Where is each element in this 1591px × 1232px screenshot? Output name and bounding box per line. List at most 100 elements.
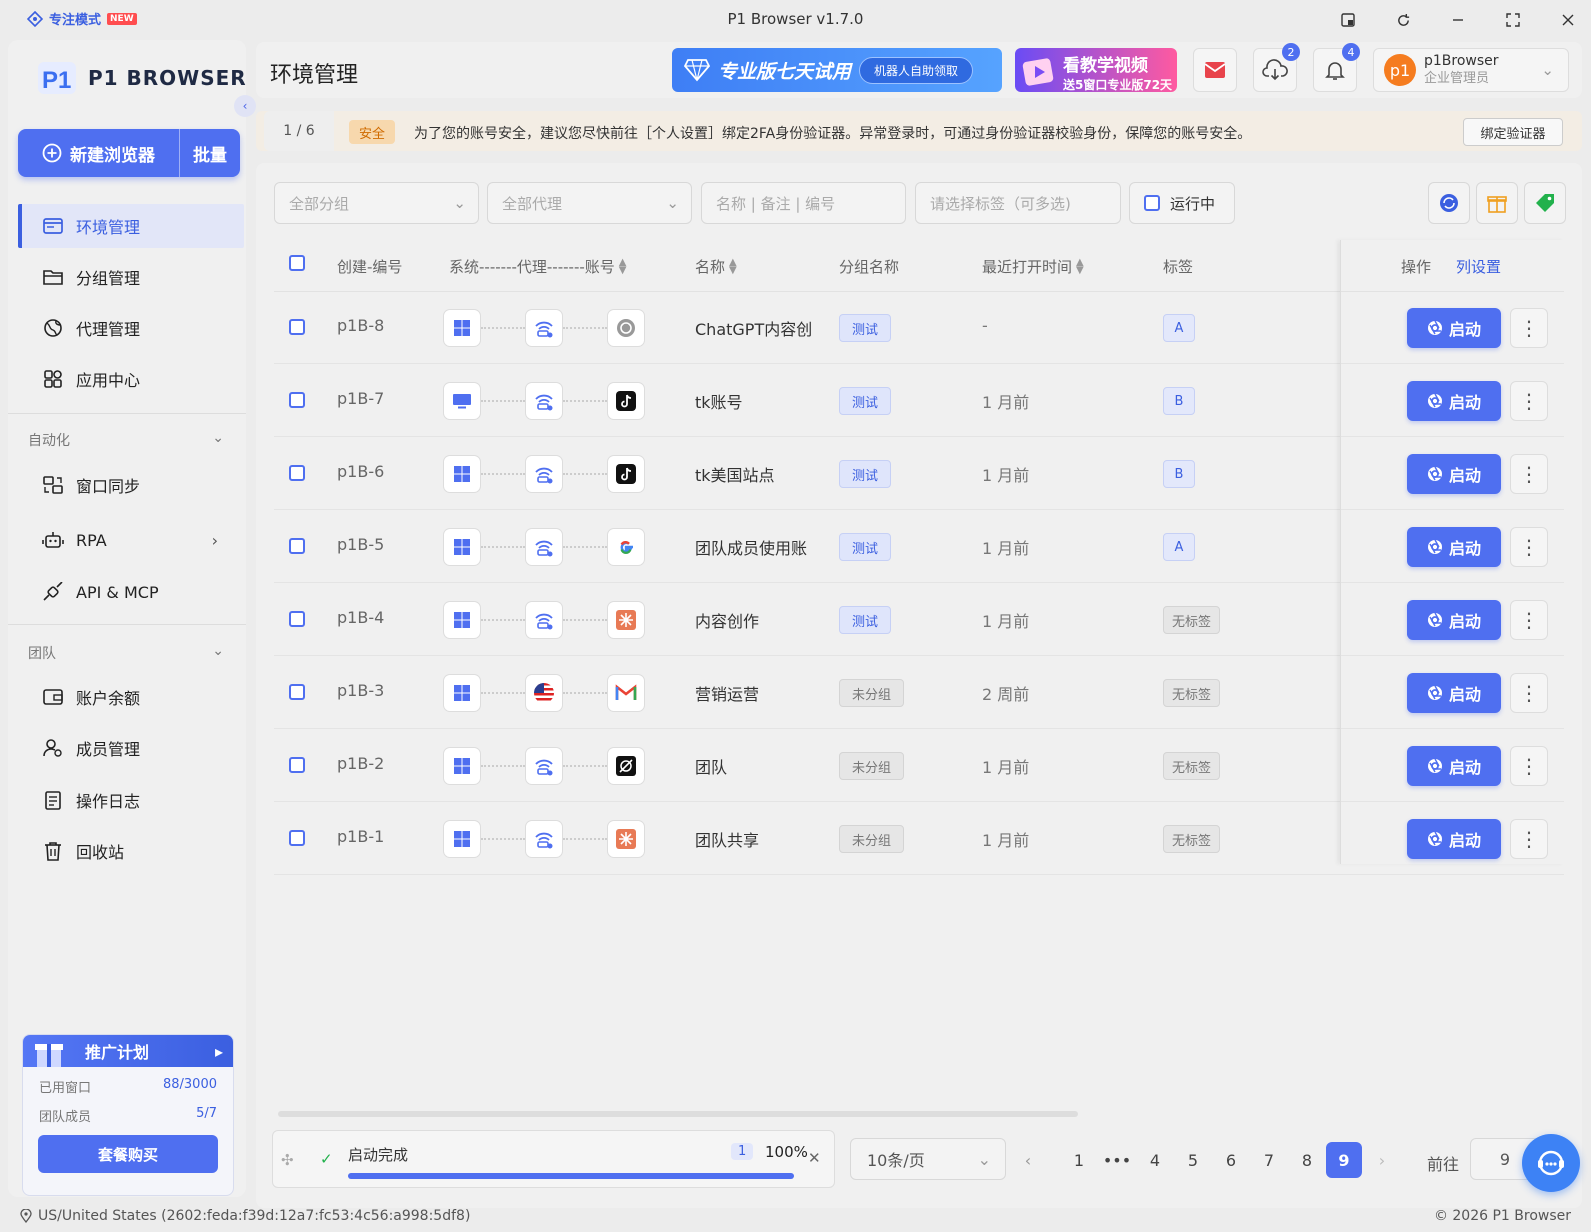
user-menu[interactable]: p1 p1Browser 企业管理员 ⌄	[1373, 48, 1569, 92]
page-ellipsis[interactable]: •••	[1099, 1142, 1135, 1178]
row-checkbox[interactable]	[289, 465, 305, 481]
tiktok-icon[interactable]	[607, 455, 645, 493]
page-button[interactable]: 4	[1137, 1142, 1173, 1178]
page-button[interactable]: 7	[1251, 1142, 1287, 1178]
row-checkbox[interactable]	[289, 684, 305, 700]
gmail-icon[interactable]	[607, 674, 645, 712]
row-checkbox[interactable]	[289, 538, 305, 554]
row-name[interactable]: tk美国站点	[695, 462, 811, 486]
wifi-proxy-icon[interactable]	[525, 455, 563, 493]
page-button[interactable]: 1	[1061, 1142, 1097, 1178]
claude-icon[interactable]	[607, 601, 645, 639]
prev-page-button[interactable]: ‹	[1010, 1142, 1046, 1178]
page-button[interactable]: 8	[1289, 1142, 1325, 1178]
download-button[interactable]: 2	[1253, 43, 1300, 92]
sidebar-item-window-sync[interactable]: 窗口同步	[18, 463, 244, 507]
tags-filter-select[interactable]: 请选择标签（可多选)	[915, 182, 1121, 224]
column-last-open[interactable]: 最近打开时间 ▲ ▼	[982, 256, 1084, 277]
wifi-proxy-icon[interactable]	[525, 747, 563, 785]
wifi-proxy-icon[interactable]	[525, 820, 563, 858]
wifi-proxy-icon[interactable]	[525, 309, 563, 347]
sidebar-item-proxy-management[interactable]: 代理管理	[18, 306, 244, 350]
running-checkbox[interactable]	[1144, 195, 1160, 211]
pro-trial-banner[interactable]: 专业版七天试用 机器人自助领取	[672, 48, 1002, 92]
select-all-checkbox[interactable]	[289, 255, 305, 271]
sync-browser-button[interactable]	[1428, 182, 1470, 224]
row-checkbox[interactable]	[289, 611, 305, 627]
tutorial-video-banner[interactable]: 看教学视频 送5窗口专业版72天	[1015, 48, 1177, 92]
drag-handle-icon[interactable]: ✣	[281, 1151, 294, 1169]
page-button[interactable]: 5	[1175, 1142, 1211, 1178]
us-flag-icon[interactable]	[525, 674, 563, 712]
row-name[interactable]: 团队成员使用账	[695, 535, 811, 559]
next-page-button[interactable]: ›	[1364, 1142, 1400, 1178]
sidebar-item-app-center[interactable]: 应用中心	[18, 357, 244, 401]
horizontal-scrollbar[interactable]	[278, 1111, 1078, 1117]
gift-icon	[1486, 192, 1508, 214]
sidebar-divider	[8, 624, 246, 625]
search-input[interactable]: 名称 | 备注 | 编号	[701, 182, 906, 224]
team-section-header[interactable]: 团队 ⌄	[28, 643, 224, 663]
row-name[interactable]: tk账号	[695, 389, 811, 413]
promotion-plan-link[interactable]: 推广计划 ▸	[23, 1035, 233, 1067]
connector-line	[563, 692, 607, 694]
batch-button[interactable]: 批量	[180, 141, 240, 166]
row-checkbox[interactable]	[289, 319, 305, 335]
notifications-button[interactable]: 4	[1313, 43, 1360, 92]
support-chat-button[interactable]	[1522, 1134, 1580, 1192]
close-window-button[interactable]	[1557, 9, 1579, 31]
tag-manager-button[interactable]	[1524, 182, 1566, 224]
wifi-proxy-icon[interactable]	[525, 601, 563, 639]
sidebar-item-account-balance[interactable]: 账户余额	[18, 675, 244, 719]
buy-plan-button[interactable]: 套餐购买	[38, 1135, 218, 1173]
collapse-sidebar-button[interactable]: ‹	[234, 95, 256, 117]
sidebar-item-recycle-bin[interactable]: 回收站	[18, 829, 244, 873]
bind-authenticator-button[interactable]: 绑定验证器	[1463, 118, 1563, 146]
column-label: 最近打开时间	[982, 258, 1073, 276]
row-checkbox[interactable]	[289, 757, 305, 773]
row-name[interactable]: 团队共享	[695, 827, 811, 851]
row-checkbox[interactable]	[289, 392, 305, 408]
google-icon[interactable]	[607, 528, 645, 566]
column-system-proxy-account[interactable]: 系统-------代理-------账号 ▲ ▼	[449, 256, 626, 277]
row-checkbox[interactable]	[289, 830, 305, 846]
row-name[interactable]: 团队	[695, 754, 811, 778]
sidebar-item-operation-log[interactable]: 操作日志	[18, 778, 244, 822]
row-name[interactable]: 内容创作	[695, 608, 811, 632]
p1-logo-icon: P1	[36, 58, 80, 98]
sidebar-item-rpa[interactable]: RPA ›	[18, 518, 244, 562]
mailbox-button[interactable]	[1193, 48, 1237, 92]
page-button[interactable]: 6	[1213, 1142, 1249, 1178]
wifi-proxy-icon[interactable]	[525, 528, 563, 566]
maximize-button[interactable]	[1502, 9, 1524, 31]
chatgpt-icon[interactable]	[607, 309, 645, 347]
tiktok-icon[interactable]	[607, 382, 645, 420]
running-filter-checkbox[interactable]: 运行中	[1129, 182, 1235, 224]
column-label: 标签	[1163, 258, 1194, 276]
grok-icon[interactable]	[607, 747, 645, 785]
picture-in-picture-button[interactable]	[1337, 9, 1359, 31]
automation-section-header[interactable]: 自动化 ⌄	[28, 430, 224, 450]
group-filter-select[interactable]: 全部分组 ⌄	[274, 182, 479, 224]
page-size-select[interactable]: 10条/页 ⌄	[850, 1138, 1006, 1180]
sidebar-divider	[8, 413, 246, 414]
close-progress-icon[interactable]: ✕	[808, 1149, 821, 1167]
progress-track	[348, 1173, 794, 1179]
new-browser-button[interactable]: 新建浏览器	[18, 129, 180, 177]
claude-icon[interactable]	[607, 820, 645, 858]
column-name[interactable]: 名称 ▲ ▼	[695, 256, 737, 277]
tag-badge: A	[1163, 533, 1195, 561]
sidebar-item-api-mcp[interactable]: API & MCP	[18, 570, 244, 614]
gift-button[interactable]	[1476, 182, 1518, 224]
row-name[interactable]: 营销运营	[695, 681, 811, 705]
row-name[interactable]: ChatGPT内容创	[695, 316, 811, 340]
sidebar-item-env-management[interactable]: 环境管理	[18, 204, 244, 248]
sidebar-item-member-management[interactable]: 成员管理	[18, 726, 244, 770]
proxy-filter-select[interactable]: 全部代理 ⌄	[487, 182, 692, 224]
page-button[interactable]: 9	[1326, 1142, 1362, 1178]
sidebar-item-group-management[interactable]: 分组管理	[18, 255, 244, 299]
wifi-proxy-icon[interactable]	[525, 382, 563, 420]
globe-icon	[42, 318, 64, 338]
refresh-button[interactable]	[1392, 9, 1414, 31]
minimize-button[interactable]	[1447, 9, 1469, 31]
